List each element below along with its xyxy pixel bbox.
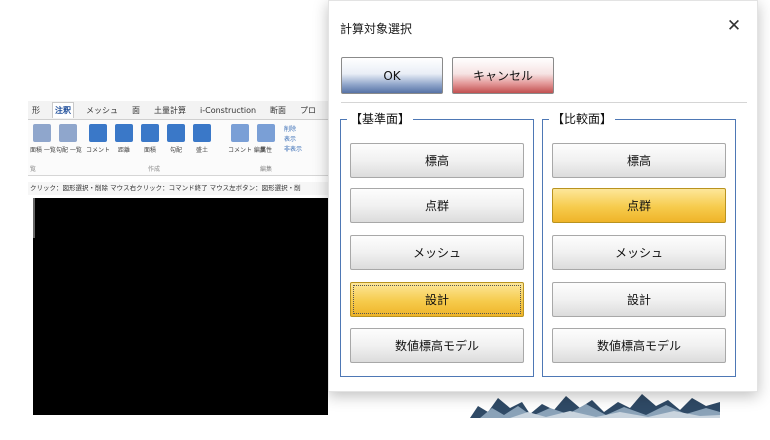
ribbon-group-label: 作成 [148,166,161,173]
reference-option-dem[interactable]: 数値標高モデル [350,328,524,363]
ribbon-button-label: 勾配 [169,147,182,154]
ribbon-button-slope[interactable]: 勾配 [164,124,188,154]
ribbon-tab-annotation[interactable]: 注釈 [52,102,74,118]
slope-icon [167,124,185,142]
ribbon-button-area[interactable]: 面積 [138,124,162,154]
ribbon-group-label: 編集 [260,166,273,173]
ribbon-button-label: 距離 [117,147,130,154]
comparison-surface-title: 【比較面】 [549,111,616,127]
comparison-option-mesh[interactable]: メッシュ [552,235,726,270]
reference-surface-title: 【基準面】 [347,111,414,127]
ribbon-button-distance[interactable]: 距離 [112,124,136,154]
ribbon-small-hide[interactable]: 非表示 [284,144,302,153]
ribbon-tab-mesh[interactable]: メッシュ [84,103,120,118]
reference-option-elevation[interactable]: 標高 [350,143,524,178]
comparison-option-elevation[interactable]: 標高 [552,143,726,178]
cancel-button[interactable]: キャンセル [452,57,554,94]
ribbon-body: 面積 一覧 勾配 一覧 コメント 距離 面積 勾配 盛土 コメント 編集 属性 … [28,120,340,176]
drawing-canvas[interactable] [33,198,328,415]
ribbon-button-slope-list[interactable]: 勾配 一覧 [56,124,82,154]
ribbon-button-comment[interactable]: コメント [86,124,110,154]
ribbon-tab[interactable]: 形 [30,103,42,118]
area-icon [141,124,159,142]
ribbon-button-attribute[interactable]: 属性 [254,124,278,154]
ribbon-tab-surface[interactable]: 面 [130,103,142,118]
ribbon-group-label: 覧 [30,166,37,173]
slope-list-icon [59,124,77,142]
comparison-surface-group: 【比較面】 標高 点群 メッシュ 設計 数値標高モデル [542,111,736,377]
ribbon-button-comment-edit[interactable]: コメント 編集 [228,124,266,154]
ok-button[interactable]: OK [341,57,443,94]
comparison-option-design[interactable]: 設計 [552,282,726,317]
terrain-point-cloud-image [470,394,720,418]
ribbon-tab-iconstruction[interactable]: i-Construction [198,104,258,117]
canvas-ruler [33,198,35,238]
ribbon-button-area-list[interactable]: 面積 一覧 [30,124,56,154]
ribbon-button-fill[interactable]: 盛土 [190,124,214,154]
attribute-icon [257,124,275,142]
ribbon-tab-bar: 形 注釈 メッシュ 面 土量計算 i-Construction 断面 プロ [28,101,340,120]
area-list-icon [33,124,51,142]
reference-option-mesh[interactable]: メッシュ [350,235,524,270]
ribbon-button-label: コメント 編集 [228,147,266,154]
ribbon-button-label: 勾配 一覧 [56,147,82,154]
ribbon-button-label: 盛土 [195,147,208,154]
status-bar: クリック：図形選択・削除 マウス右クリック：コマンド終了 マウス左ボタン：図形選… [28,182,340,195]
ribbon-button-label: コメント [86,147,111,154]
reference-surface-group: 【基準面】 標高 点群 メッシュ 設計 数値標高モデル [340,111,534,377]
close-icon[interactable]: ✕ [721,13,747,39]
fill-icon [193,124,211,142]
comment-icon [89,124,107,142]
comparison-option-dem[interactable]: 数値標高モデル [552,328,726,363]
divider [341,102,747,103]
ribbon-tab-section[interactable]: 断面 [268,103,288,118]
reference-option-point-cloud[interactable]: 点群 [350,188,524,223]
dialog-title: 計算対象選択 [340,22,413,36]
ribbon-button-label: 面積 一覧 [30,147,56,154]
calculation-target-dialog: 計算対象選択 ✕ OK キャンセル 【基準面】 標高 点群 メッシュ 設計 数値… [328,0,758,392]
ribbon-button-label: 面積 [143,147,156,154]
ribbon-button-label: 属性 [259,147,272,154]
comment-edit-icon [231,124,249,142]
ribbon-small-delete[interactable]: 削除 [284,124,296,133]
reference-option-design[interactable]: 設計 [350,282,524,317]
distance-icon [115,124,133,142]
ribbon-tab-pro[interactable]: プロ [298,103,318,118]
comparison-option-point-cloud[interactable]: 点群 [552,188,726,223]
ribbon-tab-earthwork[interactable]: 土量計算 [152,103,188,118]
ribbon-small-show[interactable]: 表示 [284,134,296,143]
